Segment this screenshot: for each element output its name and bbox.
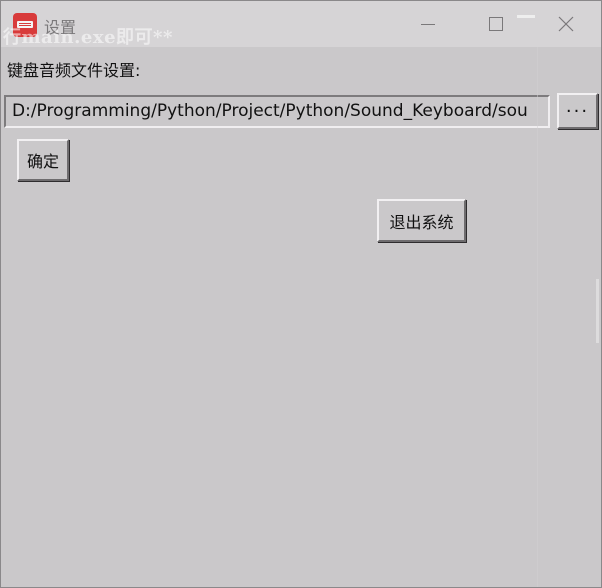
confirm-button[interactable]: 确定: [17, 139, 69, 181]
close-icon: [558, 16, 574, 32]
maximize-icon: [489, 17, 503, 31]
background-bleed-text: 行main.exe即可**: [3, 27, 173, 48]
overlay-dash: [517, 15, 535, 18]
minimize-icon: [421, 23, 435, 25]
settings-window: 设置 行main.exe即可** 键盘音频文件设置: ··· 确定 退出系统: [0, 0, 602, 588]
sound-file-path-field[interactable]: [4, 95, 550, 128]
exit-system-button[interactable]: 退出系统: [377, 199, 466, 242]
scroll-hint: [596, 279, 599, 343]
sound-file-path-input[interactable]: [12, 101, 542, 121]
ghost-divider: [537, 47, 538, 587]
close-button[interactable]: [543, 1, 589, 47]
maximize-button[interactable]: [473, 1, 519, 47]
minimize-button[interactable]: [405, 1, 451, 47]
title-bar[interactable]: 设置 行main.exe即可**: [1, 1, 601, 48]
sound-file-label: 键盘音频文件设置:: [7, 61, 141, 80]
browse-button[interactable]: ···: [557, 93, 598, 129]
